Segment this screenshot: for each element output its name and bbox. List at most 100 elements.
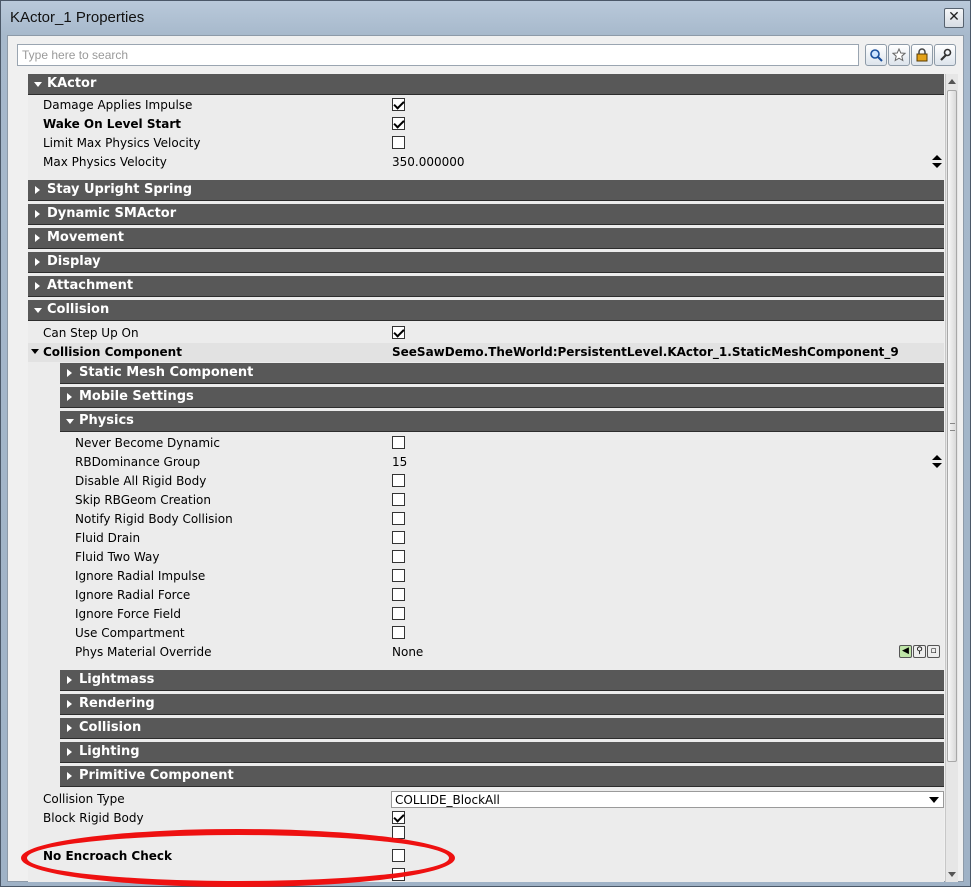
- property-name: Phys Material Override: [75, 645, 212, 659]
- ignore-radial-impulse-checkbox[interactable]: [392, 569, 405, 582]
- search-icon: [870, 49, 883, 62]
- category-label: Primitive Component: [79, 768, 234, 783]
- property-name: Use Compartment: [75, 626, 185, 640]
- ignore-radial-force-checkbox[interactable]: [392, 588, 405, 601]
- subcategory-static-mesh-component[interactable]: Static Mesh Component: [60, 363, 944, 384]
- property-row: Fluid Drain: [28, 529, 944, 548]
- property-row: Fluid Two Way: [28, 548, 944, 567]
- expand-arrow-icon: [34, 82, 42, 87]
- property-row: Damage Applies Impulse: [28, 96, 944, 115]
- subcategory-lightmass[interactable]: Lightmass: [60, 670, 944, 691]
- property-name: Fluid Drain: [75, 531, 141, 545]
- category-display[interactable]: Display: [28, 252, 944, 273]
- property-row: Can Step Up On: [28, 324, 944, 343]
- settings-button[interactable]: [934, 44, 956, 66]
- use-selected-icon[interactable]: ◀: [899, 645, 912, 658]
- subcategory-primitive-component[interactable]: Primitive Component: [60, 766, 944, 787]
- grip-icon: [950, 423, 955, 431]
- title-bar[interactable]: KActor_1 Properties ✕: [1, 1, 970, 35]
- property-name: Never Become Dynamic: [75, 436, 220, 450]
- property-row: Disable All Rigid Body: [28, 472, 944, 491]
- use-compartment-checkbox[interactable]: [392, 626, 405, 639]
- collision-type-select[interactable]: COLLIDE_BlockAll: [391, 791, 944, 808]
- category-label: Physics: [79, 413, 134, 428]
- collapsed-arrow-icon: [67, 772, 72, 780]
- scroll-down-icon[interactable]: [948, 872, 956, 877]
- property-row: Ignore Radial Impulse: [28, 567, 944, 586]
- property-row: Phys Material Override None ◀ ⚲ ▫: [28, 643, 944, 662]
- red-annotation-ellipse: [21, 829, 455, 887]
- category-dynamic-smactor[interactable]: Dynamic SMActor: [28, 204, 944, 225]
- favorites-star-icon: [892, 48, 906, 62]
- property-row: Wake On Level Start: [28, 115, 944, 134]
- subcategory-lighting[interactable]: Lighting: [60, 742, 944, 763]
- lock-button[interactable]: [911, 44, 933, 66]
- subcategory-physics[interactable]: Physics: [60, 411, 944, 432]
- category-stay-upright-spring[interactable]: Stay Upright Spring: [28, 180, 944, 201]
- block-rigid-body-checkbox[interactable]: [392, 811, 405, 824]
- category-label: Lighting: [79, 744, 140, 759]
- rbdominance-group-field[interactable]: 15: [392, 455, 407, 469]
- fluid-two-way-checkbox[interactable]: [392, 550, 405, 563]
- property-row: RBDominance Group 15: [28, 453, 944, 472]
- property-row-collision-component[interactable]: Collision Component SeeSawDemo.TheWorld:…: [28, 343, 944, 362]
- property-name: Ignore Radial Impulse: [75, 569, 206, 583]
- collapsed-arrow-icon: [67, 748, 72, 756]
- never-become-dynamic-checkbox[interactable]: [392, 436, 405, 449]
- expand-arrow-icon: [34, 308, 42, 313]
- search-input[interactable]: [17, 44, 859, 66]
- property-row: Ignore Radial Force: [28, 586, 944, 605]
- notify-rigid-body-collision-checkbox[interactable]: [392, 512, 405, 525]
- category-collision[interactable]: Collision: [28, 300, 944, 321]
- skip-rbgeom-creation-checkbox[interactable]: [392, 493, 405, 506]
- vertical-scrollbar[interactable]: [945, 74, 958, 882]
- property-name: Block Rigid Body: [43, 811, 144, 825]
- scroll-up-icon[interactable]: [948, 79, 956, 84]
- max-physics-velocity-field[interactable]: 350.000000: [392, 155, 465, 169]
- expand-arrow-icon: [66, 419, 74, 424]
- damage-applies-impulse-checkbox[interactable]: [392, 98, 405, 111]
- category-kactor[interactable]: KActor: [28, 74, 944, 95]
- category-label: Stay Upright Spring: [47, 182, 193, 197]
- property-name: Ignore Radial Force: [75, 588, 191, 602]
- property-row: Collision Type COLLIDE_BlockAll: [28, 790, 944, 809]
- subcategory-rendering[interactable]: Rendering: [60, 694, 944, 715]
- property-name: Fluid Two Way: [75, 550, 160, 564]
- collapsed-arrow-icon: [67, 676, 72, 684]
- category-label: Movement: [47, 230, 124, 245]
- clear-icon[interactable]: ▫: [927, 645, 940, 658]
- close-icon: ✕: [948, 9, 960, 25]
- search-button[interactable]: [865, 44, 887, 66]
- collapsed-arrow-icon: [35, 210, 40, 218]
- subcategory-mobile-settings[interactable]: Mobile Settings: [60, 387, 944, 408]
- property-row: Limit Max Physics Velocity: [28, 134, 944, 153]
- window-title: KActor_1 Properties: [10, 9, 145, 26]
- property-row: Ignore Force Field: [28, 605, 944, 624]
- collapsed-arrow-icon: [67, 724, 72, 732]
- category-label: Static Mesh Component: [79, 365, 254, 380]
- ignore-force-field-checkbox[interactable]: [392, 607, 405, 620]
- can-step-up-on-checkbox[interactable]: [392, 326, 405, 339]
- favorites-button[interactable]: [888, 44, 910, 66]
- spinner-icon[interactable]: [932, 154, 942, 170]
- collision-component-value: SeeSawDemo.TheWorld:PersistentLevel.KAct…: [392, 345, 899, 359]
- subcategory-collision[interactable]: Collision: [60, 718, 944, 739]
- scroll-thumb[interactable]: [947, 90, 957, 762]
- wake-on-level-start-checkbox[interactable]: [392, 117, 405, 130]
- category-attachment[interactable]: Attachment: [28, 276, 944, 297]
- spinner-icon[interactable]: [932, 454, 942, 470]
- close-button[interactable]: ✕: [944, 8, 964, 28]
- property-name: Notify Rigid Body Collision: [75, 512, 233, 526]
- phys-material-override-value: None: [392, 645, 424, 659]
- fluid-drain-checkbox[interactable]: [392, 531, 405, 544]
- property-row: Notify Rigid Body Collision: [28, 510, 944, 529]
- category-label: Rendering: [79, 696, 155, 711]
- browse-icon[interactable]: ⚲: [913, 645, 926, 658]
- property-row: Skip RBGeom Creation: [28, 491, 944, 510]
- disable-all-rigid-body-checkbox[interactable]: [392, 474, 405, 487]
- limit-max-physics-velocity-checkbox[interactable]: [392, 136, 405, 149]
- category-movement[interactable]: Movement: [28, 228, 944, 249]
- property-row: Max Physics Velocity 350.000000: [28, 153, 944, 172]
- property-row: Block Rigid Body: [28, 809, 944, 828]
- property-grid: KActor Damage Applies Impulse Wake On Le…: [28, 74, 944, 882]
